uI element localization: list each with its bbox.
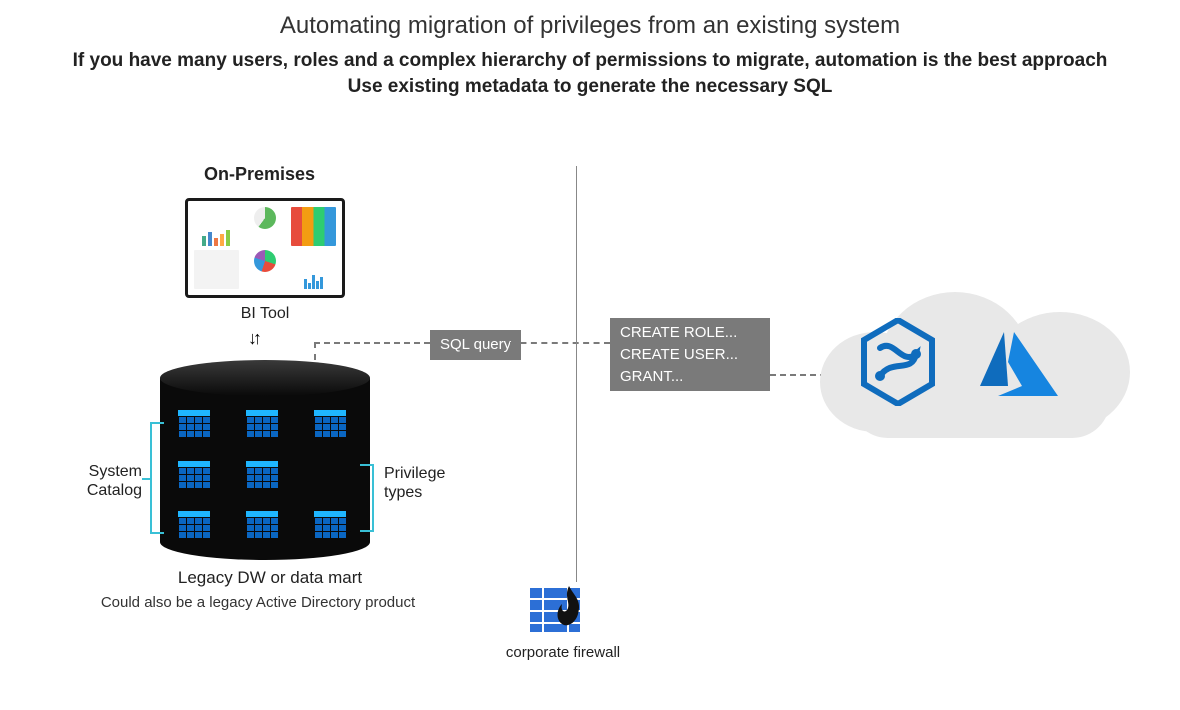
onprem-heading: On-Premises	[204, 164, 315, 185]
table-icon	[178, 511, 210, 539]
firewall-icon	[530, 586, 588, 636]
bi-tool-label: BI Tool	[185, 305, 345, 323]
left-bracket	[150, 422, 164, 534]
diagram-canvas: On-Premises BI Tool ↓↑ System Catalog	[0, 142, 1180, 710]
table-icons-grid	[178, 410, 352, 550]
firewall-divider	[576, 166, 577, 582]
database-label: Legacy DW or data mart	[140, 568, 400, 588]
privilege-types-label: Privilege types	[384, 464, 445, 502]
system-catalog-label: System Catalog	[50, 462, 142, 500]
bidirectional-arrows-icon: ↓↑	[248, 328, 258, 349]
table-icon	[246, 410, 278, 438]
table-icon	[246, 461, 278, 489]
table-icon	[314, 410, 346, 438]
subtitle-line-1: If you have many users, roles and a comp…	[0, 50, 1180, 72]
database-note: Could also be a legacy Active Directory …	[48, 594, 468, 611]
sql-query-box: SQL query	[430, 330, 521, 360]
table-icon	[314, 511, 346, 539]
table-icon	[178, 461, 210, 489]
table-icon	[178, 410, 210, 438]
bi-tool-icon	[185, 198, 345, 298]
sql-statements-box: CREATE ROLE... CREATE USER... GRANT...	[610, 318, 770, 391]
azure-synapse-icon	[860, 318, 936, 406]
subtitle-line-2: Use existing metadata to generate the ne…	[0, 76, 1180, 98]
table-icon	[246, 511, 278, 539]
firewall-label: corporate firewall	[488, 644, 638, 661]
azure-icon	[970, 328, 1060, 400]
page-title: Automating migration of privileges from …	[0, 12, 1180, 40]
right-bracket	[360, 464, 374, 532]
